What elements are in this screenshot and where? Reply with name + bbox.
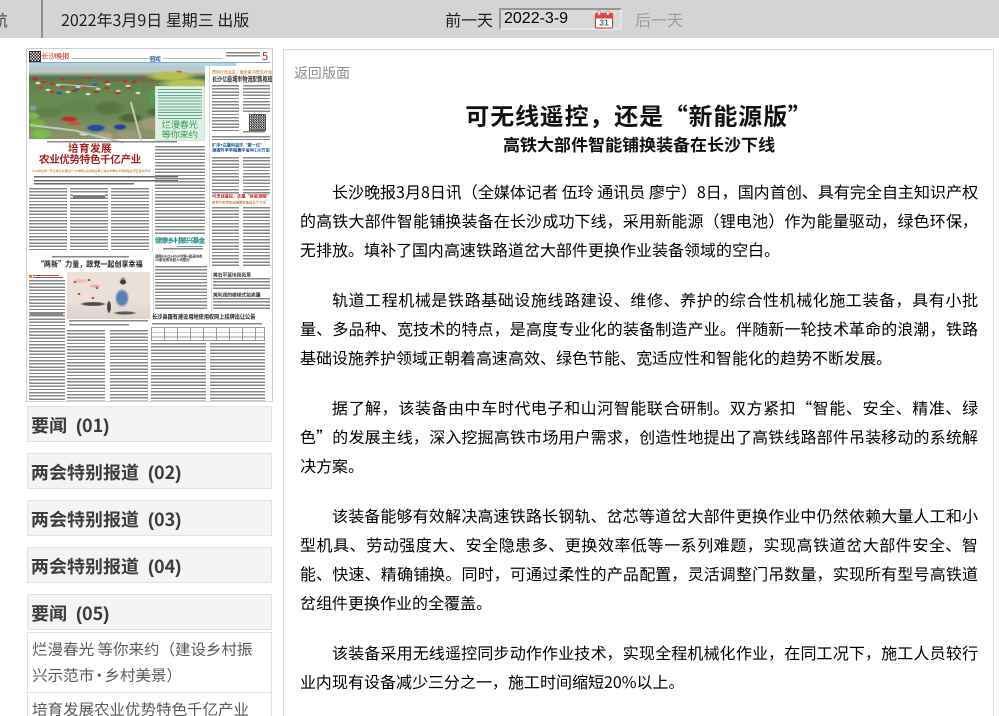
svg-text:31: 31 [599, 18, 609, 28]
